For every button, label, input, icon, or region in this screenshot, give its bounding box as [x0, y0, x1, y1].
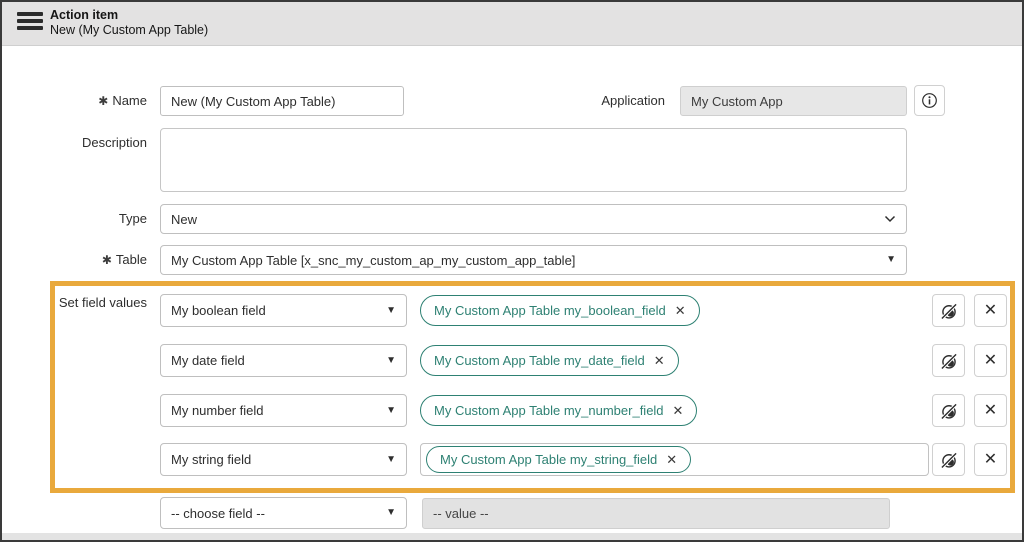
field-select-row2[interactable]: My date field ▼ [160, 344, 407, 377]
name-input[interactable]: New (My Custom App Table) [160, 86, 404, 116]
description-textarea[interactable] [160, 128, 907, 192]
remove-pill-icon[interactable]: ✕ [666, 452, 677, 468]
hamburger-menu-icon[interactable] [17, 12, 43, 34]
field-select-row4[interactable]: My string field ▼ [160, 443, 407, 476]
field-select-row1[interactable]: My boolean field ▼ [160, 294, 407, 327]
delete-row-button-row3[interactable]: ✕ [974, 394, 1007, 427]
dropdown-arrow-icon: ▼ [386, 354, 396, 366]
field-select-row3[interactable]: My number field ▼ [160, 394, 407, 427]
action-item-window: Action item New (My Custom App Table) ✱ N… [0, 0, 1024, 542]
set-field-values-label: Set field values [58, 295, 147, 310]
required-icon: ✱ [101, 253, 112, 267]
value-pill: My Custom App Table my_date_field ✕ [420, 345, 679, 376]
type-label: Type [118, 211, 147, 226]
hide-value-button-row3[interactable] [932, 394, 965, 427]
delete-row-button-row1[interactable]: ✕ [974, 294, 1007, 327]
remove-pill-icon[interactable]: ✕ [654, 353, 665, 369]
delete-row-button-row2[interactable]: ✕ [974, 344, 1007, 377]
dropdown-arrow-icon: ▼ [386, 507, 396, 518]
close-icon: ✕ [983, 351, 998, 369]
description-label: Description [81, 135, 147, 150]
dropdown-arrow-icon: ▼ [386, 304, 396, 316]
crossed-eye-icon [939, 352, 958, 370]
type-select[interactable]: New [160, 204, 907, 234]
value-placeholder-field: -- value -- [422, 498, 890, 529]
hide-value-button-row2[interactable] [932, 344, 965, 377]
dropdown-arrow-icon: ▼ [386, 404, 396, 416]
remove-pill-icon[interactable]: ✕ [675, 303, 686, 319]
close-icon: ✕ [983, 301, 998, 319]
hide-value-button-row4[interactable] [932, 443, 965, 476]
close-icon: ✕ [983, 450, 998, 468]
field-value-row3: My Custom App Table my_number_field ✕ [420, 395, 698, 426]
crossed-eye-icon [939, 451, 958, 469]
application-label: Application [601, 93, 665, 108]
close-icon: ✕ [983, 401, 998, 419]
required-icon: ✱ [98, 94, 109, 108]
info-icon [922, 93, 937, 108]
crossed-eye-icon [939, 402, 958, 420]
crossed-eye-icon [939, 302, 958, 320]
remove-pill-icon[interactable]: ✕ [673, 403, 684, 419]
application-info-button[interactable] [914, 85, 945, 116]
record-title: New (My Custom App Table) [50, 23, 209, 37]
dropdown-arrow-icon: ▼ [886, 254, 896, 265]
value-pill: My Custom App Table my_string_field ✕ [426, 446, 692, 473]
window-bottom-edge [2, 533, 1022, 540]
value-pill: My Custom App Table my_number_field ✕ [420, 395, 698, 426]
choose-field-select[interactable]: -- choose field -- ▼ [160, 497, 407, 529]
hide-value-button-row1[interactable] [932, 294, 965, 327]
page-title: Action item [50, 8, 119, 22]
name-label: ✱ Name [98, 93, 147, 108]
chevron-down-icon [884, 215, 896, 223]
dropdown-arrow-icon: ▼ [386, 453, 396, 465]
delete-row-button-row4[interactable]: ✕ [974, 443, 1007, 476]
field-value-input-row4[interactable]: My Custom App Table my_string_field ✕ [420, 443, 929, 476]
table-label: ✱ Table [101, 252, 147, 267]
form-header: Action item New (My Custom App Table) [2, 2, 1022, 46]
field-value-row1: My Custom App Table my_boolean_field ✕ [420, 295, 700, 326]
application-readonly-field: My Custom App [680, 86, 907, 116]
value-pill: My Custom App Table my_boolean_field ✕ [420, 295, 700, 326]
table-select[interactable]: My Custom App Table [x_snc_my_custom_ap_… [160, 245, 907, 275]
field-value-row2: My Custom App Table my_date_field ✕ [420, 345, 679, 376]
